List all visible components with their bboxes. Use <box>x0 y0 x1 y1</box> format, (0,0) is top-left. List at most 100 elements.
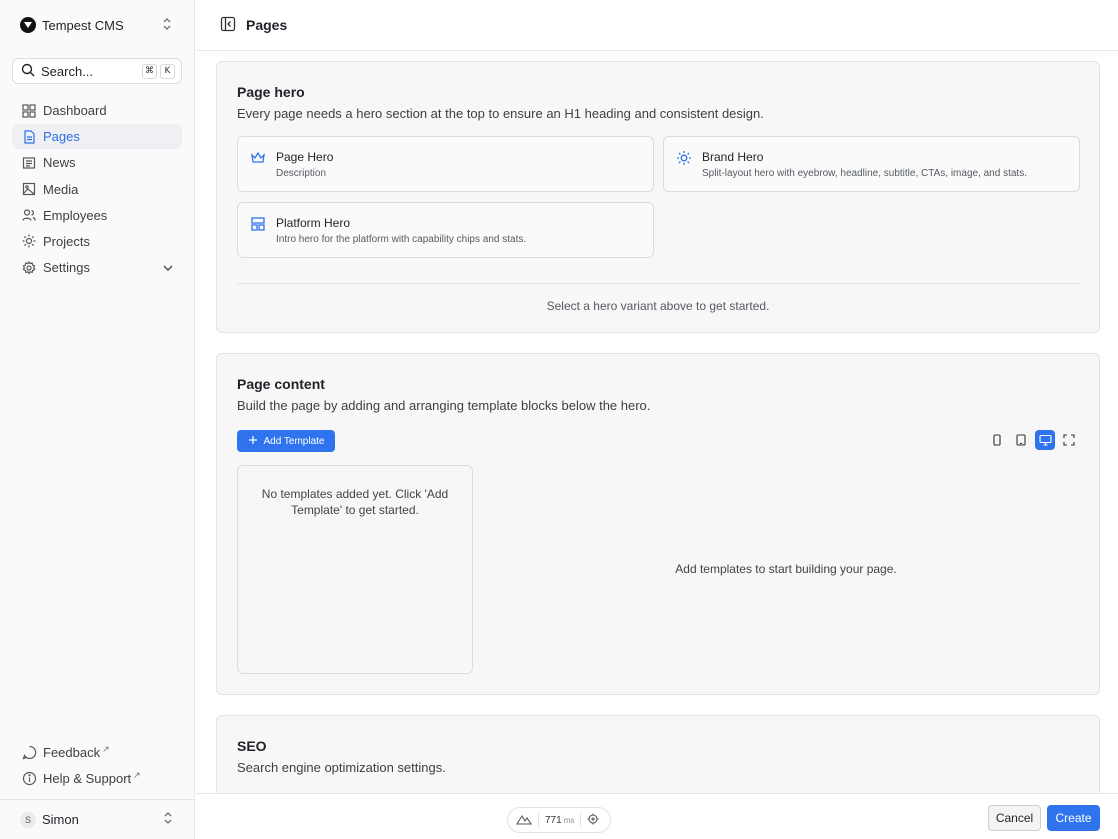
sidebar-item-label: Settings <box>43 260 90 276</box>
logo-icon <box>20 17 36 33</box>
action-bar: 771 ms Cancel Create <box>196 793 1118 839</box>
cancel-button[interactable]: Cancel <box>988 805 1041 831</box>
k-key: K <box>160 63 175 79</box>
sidebar-item-label: Pages <box>43 129 80 145</box>
sidebar-footer-links: Feedback ↗ Help & Support ↗ <box>12 740 182 792</box>
hero-option-title: Brand Hero <box>702 150 764 164</box>
image-icon <box>21 181 37 197</box>
user-name: Simon <box>42 812 79 827</box>
section-title: Page hero <box>237 84 305 100</box>
sidebar-toggle-icon[interactable] <box>220 16 236 35</box>
hero-option-title: Platform Hero <box>276 216 351 230</box>
perf-number: 771 <box>545 814 562 826</box>
section-subtitle: Every page needs a hero section at the t… <box>237 106 764 121</box>
hero-option-platform-hero[interactable]: Platform Hero Intro hero for the platfor… <box>237 202 654 258</box>
seo-section: SEO Search engine optimization settings. <box>216 715 1100 793</box>
workspace-switcher[interactable]: Tempest CMS <box>12 12 182 38</box>
external-link-icon: ↗ <box>102 744 110 754</box>
plus-icon <box>248 435 258 448</box>
crown-icon <box>250 150 266 166</box>
search-icon <box>21 63 35 80</box>
help-support-link[interactable]: Help & Support ↗ <box>12 766 182 791</box>
monitor-icon <box>1038 434 1052 446</box>
sidebar-item-media[interactable]: Media <box>12 177 182 202</box>
sidebar-item-pages[interactable]: Pages <box>12 124 182 150</box>
sun-icon <box>676 150 692 166</box>
sun-icon <box>21 233 37 249</box>
layout-icon <box>250 216 266 232</box>
sidebar-item-news[interactable]: News <box>12 150 182 175</box>
view-mobile-button[interactable] <box>987 430 1007 450</box>
feedback-link[interactable]: Feedback ↗ <box>12 740 182 765</box>
feedback-label: Feedback <box>43 745 101 760</box>
phone-icon <box>993 434 1001 446</box>
chevron-up-down-icon <box>162 17 172 34</box>
tablet-icon <box>1016 434 1026 446</box>
page-title: Pages <box>246 17 288 33</box>
sidebar-item-label: Dashboard <box>43 103 107 118</box>
section-title: SEO <box>237 738 267 754</box>
external-link-icon: ↗ <box>133 770 141 780</box>
add-template-button[interactable]: Add Template <box>237 430 335 452</box>
main-content: Page hero Every page needs a hero sectio… <box>196 52 1118 793</box>
add-template-label: Add Template <box>263 435 325 447</box>
create-button[interactable]: Create <box>1047 805 1100 831</box>
app-name: Tempest CMS <box>42 17 124 33</box>
perf-value: 771 ms <box>545 815 574 826</box>
sidebar-nav: Dashboard Pages News Media Employees Pro… <box>12 98 182 281</box>
view-fullscreen-button[interactable] <box>1059 430 1079 450</box>
sidebar-item-projects[interactable]: Projects <box>12 229 182 254</box>
avatar: S <box>20 811 36 828</box>
hero-option-page-hero[interactable]: Page Hero Description <box>237 136 654 192</box>
sidebar-item-dashboard[interactable]: Dashboard <box>12 98 182 123</box>
view-desktop-button[interactable] <box>1035 430 1055 450</box>
hero-option-description: Description <box>276 168 327 179</box>
hero-option-description: Split-layout hero with eyebrow, headline… <box>702 168 1027 179</box>
hero-hint: Select a hero variant above to get start… <box>546 299 770 313</box>
view-tablet-button[interactable] <box>1011 430 1031 450</box>
divider <box>538 813 539 827</box>
section-subtitle: Search engine optimization settings. <box>237 760 446 775</box>
sidebar-item-settings[interactable]: Settings <box>12 255 182 280</box>
sidebar-item-label: Employees <box>43 207 108 223</box>
sidebar-item-label: Projects <box>43 233 90 249</box>
search-label: Search... <box>41 63 94 79</box>
perf-unit: ms <box>563 815 575 825</box>
info-icon <box>21 771 37 787</box>
mountain-icon <box>516 813 533 828</box>
page-icon <box>21 129 37 145</box>
fullscreen-icon <box>1063 434 1075 446</box>
hero-option-description: Intro hero for the platform with capabil… <box>276 234 527 245</box>
search-input[interactable]: Search... ⌘ K <box>12 58 182 84</box>
template-list: No templates added yet. Click 'Add Templ… <box>237 465 473 674</box>
users-icon <box>21 207 37 223</box>
sidebar-item-label: News <box>43 155 76 171</box>
divider <box>580 813 582 827</box>
section-title: Page content <box>237 376 325 392</box>
view-mode-switcher <box>987 430 1079 450</box>
dashboard-icon <box>21 103 37 119</box>
cmd-key: ⌘ <box>142 63 157 79</box>
gear-icon <box>21 260 37 276</box>
section-subtitle: Build the page by adding and arranging t… <box>237 398 651 413</box>
sidebar: Tempest CMS Search... ⌘ K Dashboard Page… <box>0 0 195 839</box>
template-list-empty: No templates added yet. Click 'Add Templ… <box>261 487 449 517</box>
user-menu[interactable]: S Simon <box>0 799 195 839</box>
chevron-up-down-icon <box>163 811 173 828</box>
chevron-down-icon <box>162 262 174 274</box>
performance-indicator[interactable]: 771 ms <box>507 807 611 833</box>
page-header: Pages <box>196 0 1118 51</box>
sidebar-item-employees[interactable]: Employees <box>12 203 182 228</box>
hero-option-brand-hero[interactable]: Brand Hero Split-layout hero with eyebro… <box>663 136 1080 192</box>
preview-empty-message: Add templates to start building your pag… <box>675 562 897 576</box>
page-hero-section: Page hero Every page needs a hero sectio… <box>216 61 1100 333</box>
help-support-label: Help & Support <box>43 771 132 786</box>
search-shortcut: ⌘ K <box>142 63 175 79</box>
chat-icon <box>21 745 37 761</box>
sidebar-item-label: Media <box>43 181 79 197</box>
crosshair-icon <box>587 813 599 828</box>
newspaper-icon <box>21 155 37 171</box>
hero-option-title: Page Hero <box>276 150 334 164</box>
divider <box>237 283 1079 284</box>
page-content-section: Page content Build the page by adding an… <box>216 353 1100 695</box>
